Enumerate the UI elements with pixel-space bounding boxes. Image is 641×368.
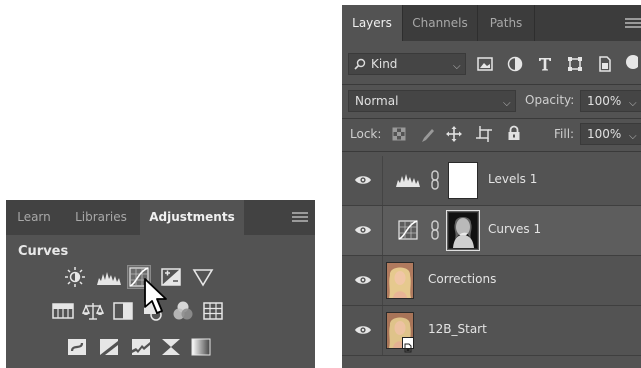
smart-object-badge-icon — [402, 337, 414, 353]
chevron-down-icon: ⌵ — [503, 98, 511, 109]
lock-transparent-icon[interactable] — [392, 127, 408, 143]
filter-kind-dropdown[interactable]: Kind ⌵ — [348, 53, 466, 75]
lock-label: Lock: — [350, 127, 382, 141]
layer-name: Curves 1 — [488, 222, 542, 236]
panel-menu-icon[interactable] — [292, 212, 308, 224]
layers-tab-bar: Layers Channels Paths — [342, 5, 641, 41]
mask-silhouette-image — [453, 217, 474, 248]
color-balance-icon[interactable] — [82, 300, 104, 322]
lock-all-icon[interactable] — [506, 125, 522, 141]
filter-kind-label: Kind — [371, 57, 398, 71]
brightness-contrast-icon[interactable] — [64, 266, 86, 288]
divider — [382, 306, 383, 355]
fill-label: Fill: — [554, 127, 575, 141]
layer-mask-thumbnail[interactable] — [448, 162, 478, 199]
adjustments-tab-bar: Learn Libraries Adjustments — [6, 200, 315, 235]
layer-row-corrections[interactable]: Corrections — [342, 256, 641, 306]
mask-link-icon[interactable] — [430, 170, 440, 190]
divider — [382, 156, 383, 205]
lock-image-icon[interactable] — [420, 127, 436, 143]
layer-name: Corrections — [428, 272, 497, 286]
threshold-icon[interactable] — [130, 336, 152, 358]
gradient-map-icon[interactable] — [190, 336, 212, 358]
layers-panel: Layers Channels Paths Kind ⌵ Normal ⌵ Op… — [342, 5, 641, 368]
fill-value: 100% — [587, 127, 622, 141]
tab-layers[interactable]: Layers — [342, 5, 403, 41]
layer-row-levels-1[interactable]: Levels 1 — [342, 156, 641, 206]
pixel-filter-icon[interactable] — [476, 55, 494, 73]
divider — [342, 84, 641, 85]
shape-filter-icon[interactable] — [566, 55, 584, 73]
layer-name: Levels 1 — [488, 172, 538, 186]
vibrance-icon[interactable] — [192, 266, 214, 288]
blend-mode-value: Normal — [355, 94, 399, 108]
lock-position-icon[interactable] — [446, 126, 462, 142]
black-white-icon[interactable] — [112, 300, 134, 322]
lock-artboard-icon[interactable] — [476, 126, 492, 142]
channel-mixer-icon[interactable] — [172, 300, 194, 322]
visibility-eye-icon[interactable] — [354, 223, 372, 237]
fill-field[interactable]: 100% ⌵ — [580, 123, 641, 145]
adjustments-section-title: Curves — [18, 244, 69, 259]
visibility-eye-icon[interactable] — [354, 273, 372, 287]
layer-row-curves-1[interactable]: Curves 1 — [342, 206, 641, 256]
divider — [382, 206, 383, 255]
blend-mode-dropdown[interactable]: Normal ⌵ — [348, 90, 516, 112]
layer-row-12b-start[interactable]: 12B_Start — [342, 306, 641, 356]
curves-icon — [394, 219, 422, 241]
layers-panel-menu-icon[interactable] — [625, 18, 641, 30]
selective-color-icon[interactable] — [160, 336, 182, 358]
tab-learn[interactable]: Learn — [6, 200, 62, 235]
levels-icon[interactable] — [96, 266, 122, 288]
adjustment-filter-icon[interactable] — [506, 55, 524, 73]
chevron-down-icon: ⌵ — [453, 61, 461, 72]
tab-libraries[interactable]: Libraries — [62, 200, 140, 235]
tab-channels[interactable]: Channels — [403, 5, 478, 41]
divider — [342, 118, 641, 119]
opacity-field[interactable]: 100% ⌵ — [580, 90, 641, 112]
opacity-label: Opacity: — [525, 93, 575, 107]
search-icon — [354, 58, 366, 70]
tab-adjustments[interactable]: Adjustments — [140, 200, 244, 235]
layer-thumbnail-photo[interactable] — [386, 262, 414, 299]
layer-mask-thumbnail[interactable] — [446, 210, 480, 251]
chevron-down-icon: ⌵ — [629, 131, 637, 142]
invert-icon[interactable] — [66, 336, 88, 358]
tab-paths[interactable]: Paths — [478, 5, 535, 41]
layer-name: 12B_Start — [428, 322, 487, 336]
toggle-filter-icon[interactable] — [624, 53, 638, 71]
mouse-cursor-icon — [142, 277, 170, 319]
color-lookup-icon[interactable] — [202, 300, 224, 322]
type-filter-icon[interactable] — [536, 55, 554, 73]
smart-object-filter-icon[interactable] — [596, 55, 614, 73]
levels-icon — [394, 169, 422, 191]
hue-saturation-icon[interactable] — [52, 300, 74, 322]
opacity-value: 100% — [587, 94, 622, 108]
chevron-down-icon: ⌵ — [629, 98, 637, 109]
mask-link-icon[interactable] — [430, 220, 440, 240]
posterize-icon[interactable] — [98, 336, 120, 358]
visibility-eye-icon[interactable] — [354, 323, 372, 337]
divider — [342, 151, 641, 152]
divider — [382, 256, 383, 305]
visibility-eye-icon[interactable] — [354, 173, 372, 187]
